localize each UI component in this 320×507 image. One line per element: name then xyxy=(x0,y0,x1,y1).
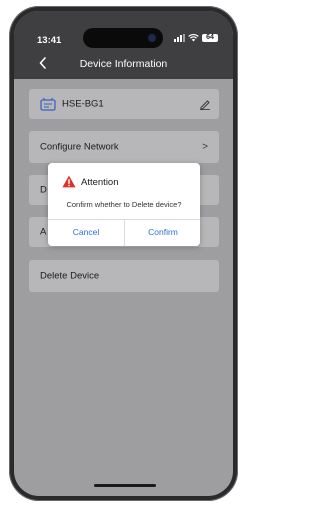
battery-indicator: 64 xyxy=(202,33,218,42)
chevron-right-icon: > xyxy=(202,141,208,153)
menu-row-3-label: D xyxy=(40,184,47,196)
cancel-button[interactable]: Cancel xyxy=(48,219,124,246)
delete-device-label: Delete Device xyxy=(40,270,100,282)
pencil-icon[interactable] xyxy=(199,98,211,110)
confirm-button[interactable]: Confirm xyxy=(125,219,201,246)
home-indicator[interactable] xyxy=(94,484,156,487)
dialog-title: Attention xyxy=(81,177,119,188)
configure-network-label: Configure Network xyxy=(40,141,119,153)
warning-triangle-icon xyxy=(62,175,76,188)
status-icons: 64 xyxy=(174,33,218,42)
screen: 13:41 64 Device Information HSE-BG1 Conf… xyxy=(14,11,233,496)
configure-network-row[interactable]: Configure Network > xyxy=(29,131,219,163)
device-name: HSE-BG1 xyxy=(62,98,104,110)
wifi-icon xyxy=(188,34,199,42)
app-header: 13:41 64 Device Information xyxy=(14,11,233,79)
page-title: Device Information xyxy=(79,58,168,70)
device-name-row[interactable]: HSE-BG1 xyxy=(29,89,219,119)
status-time: 13:41 xyxy=(37,35,62,46)
menu-row-4-label: A xyxy=(40,226,47,238)
device-icon xyxy=(40,98,56,111)
delete-device-row[interactable]: Delete Device xyxy=(29,260,219,292)
phone-frame: 13:41 64 Device Information HSE-BG1 Conf… xyxy=(9,6,238,501)
camera-dot xyxy=(148,34,156,42)
signal-icon xyxy=(174,33,185,42)
confirm-dialog: Attention Confirm whether to Delete devi… xyxy=(48,163,200,246)
dialog-message: Confirm whether to Delete device? xyxy=(66,200,182,209)
dynamic-island xyxy=(83,28,163,48)
